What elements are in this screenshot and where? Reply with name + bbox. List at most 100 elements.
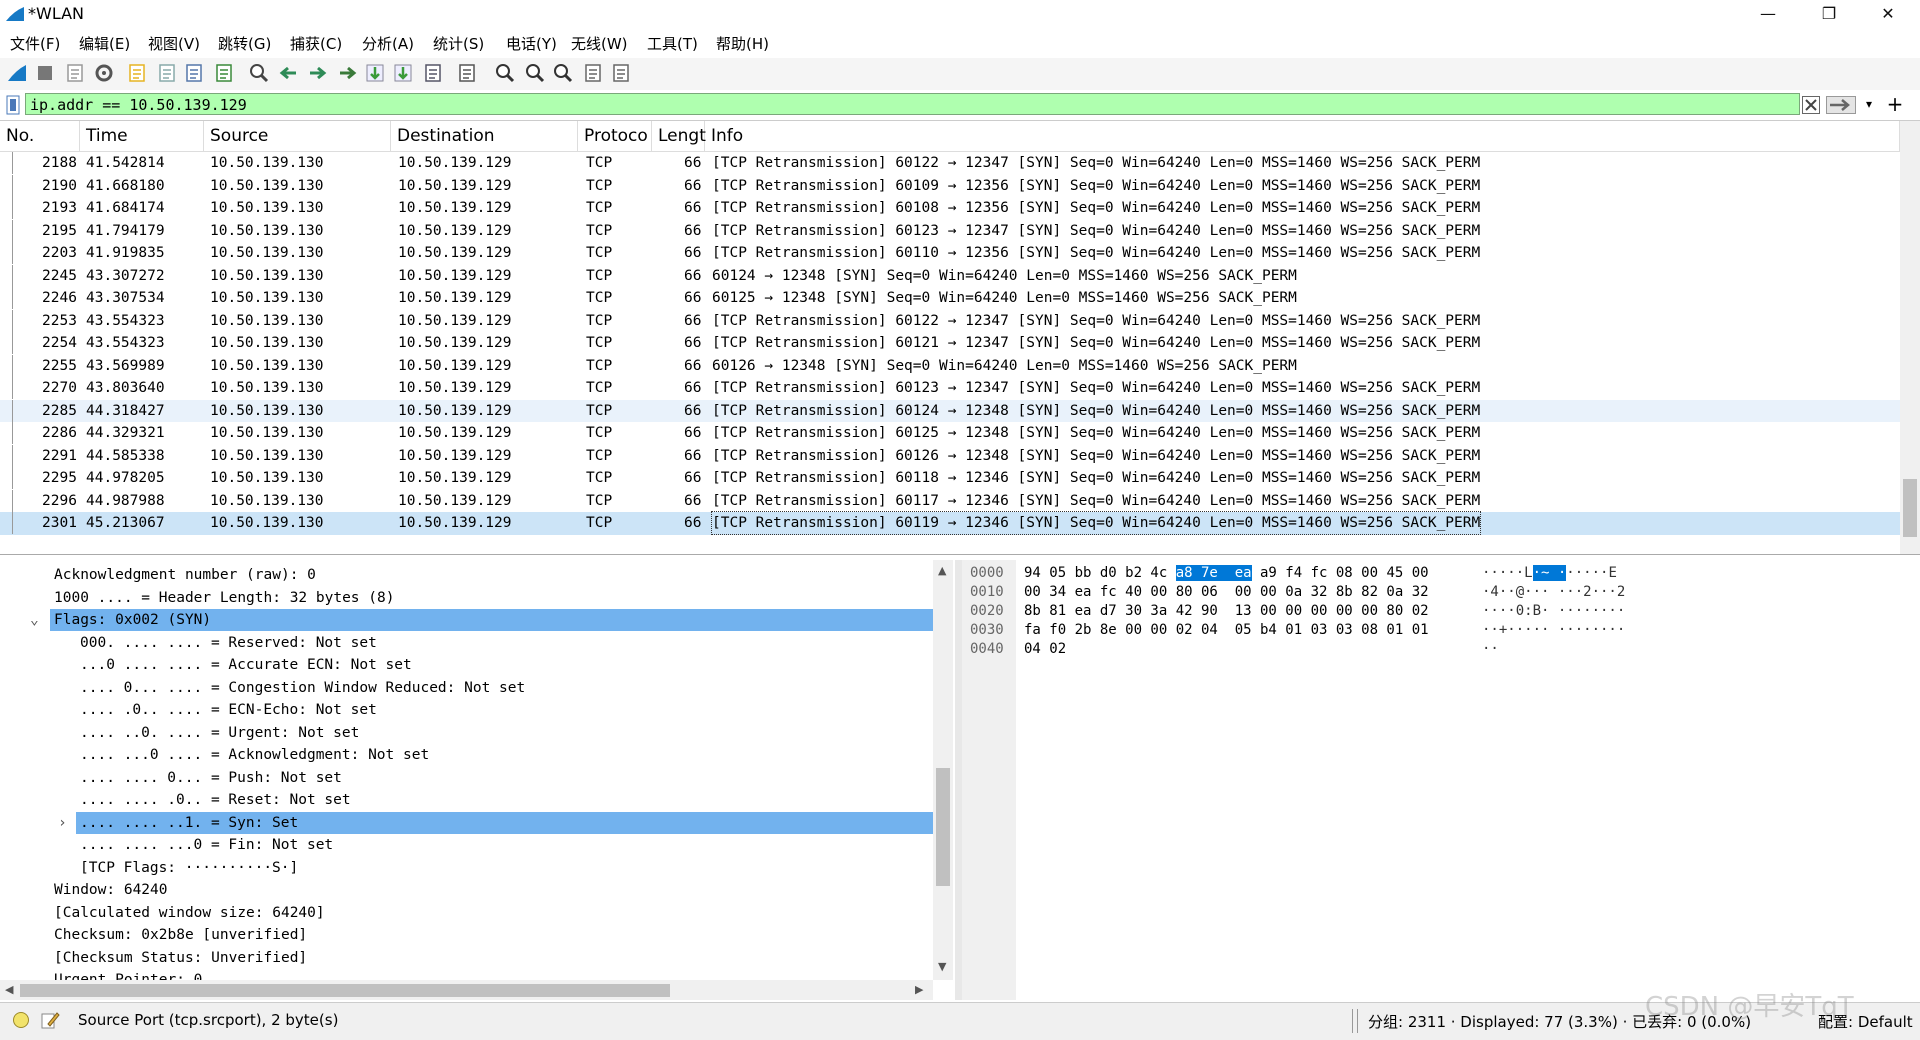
scroll-right-icon[interactable]: ▶ <box>915 983 923 996</box>
packet-row[interactable]: 2245 43.307272 10.50.139.130 10.50.139.129 T… <box>0 264 1900 288</box>
close-button[interactable]: ✕ <box>1865 0 1911 28</box>
menu-item-5[interactable]: 分析(A) <box>362 33 414 54</box>
shark-fin-start-icon[interactable] <box>6 62 28 84</box>
edit-comment-icon[interactable] <box>40 1010 60 1030</box>
scrollbar-thumb[interactable] <box>936 768 950 886</box>
stop-capture-icon[interactable] <box>34 62 56 84</box>
column-header-time[interactable]: Time <box>80 121 204 151</box>
packet-row[interactable]: 2193 41.684174 10.50.139.130 10.50.139.129 T… <box>0 197 1900 220</box>
packet-row[interactable]: 2255 43.569989 10.50.139.130 10.50.139.129 T… <box>0 354 1900 378</box>
packet-row[interactable]: 2295 44.978205 10.50.139.130 10.50.139.129 T… <box>0 467 1900 490</box>
chevron-down-icon[interactable]: ⌄ <box>30 609 39 632</box>
detail-tree-item[interactable]: .... ...0 .... = Acknowledgment: Not set <box>80 744 429 767</box>
ascii-row[interactable]: ····0:B· ········ <box>1482 603 1625 619</box>
scroll-up-icon[interactable]: ▲ <box>938 564 946 577</box>
detail-tree-item[interactable]: Checksum: 0x2b8e [unverified] <box>54 924 307 947</box>
packet-row[interactable]: 2195 41.794179 10.50.139.130 10.50.139.129 T… <box>0 219 1900 243</box>
detail-tree-item[interactable]: .... ..0. .... = Urgent: Not set <box>80 722 359 745</box>
column-header-no[interactable]: No. <box>0 121 80 151</box>
column-header-source[interactable]: Source <box>204 121 391 151</box>
detail-tree-item[interactable]: .... .... ...0 = Fin: Not set <box>80 834 333 857</box>
detail-tree-item[interactable]: [Checksum Status: Unverified] <box>54 947 307 970</box>
hex-row[interactable]: 8b 81 ea d7 30 3a 42 90 13 00 00 00 00 0… <box>1024 603 1429 619</box>
column-header-destination[interactable]: Destination <box>391 121 578 151</box>
menu-item-10[interactable]: 帮助(H) <box>716 33 769 54</box>
detail-tree-item[interactable]: Flags: 0x002 (SYN) <box>54 609 211 632</box>
go-back-icon[interactable] <box>278 62 300 84</box>
zoom-in-icon[interactable] <box>494 62 516 84</box>
detail-tree-item[interactable]: [Calculated window size: 64240] <box>54 902 325 925</box>
last-packet-icon[interactable] <box>392 62 414 84</box>
minimize-button[interactable]: — <box>1745 0 1791 28</box>
detail-tree-item[interactable]: Acknowledgment number (raw): 0 <box>54 564 316 587</box>
find-icon[interactable] <box>248 62 270 84</box>
ascii-row[interactable]: ··+····· ········ <box>1482 622 1625 638</box>
go-to-packet-icon[interactable] <box>336 62 358 84</box>
hex-row[interactable]: 00 34 ea fc 40 00 80 06 00 00 0a 32 8b 8… <box>1024 584 1429 600</box>
detail-tree-item[interactable]: .... .0.. .... = ECN-Echo: Not set <box>80 699 377 722</box>
detail-tree-item[interactable]: .... .... .0.. = Reset: Not set <box>80 789 351 812</box>
details-horizontal-scrollbar[interactable]: ◀ ▶ <box>0 980 933 1000</box>
packet-row[interactable]: 2203 41.919835 10.50.139.130 10.50.139.129 T… <box>0 242 1900 265</box>
menu-item-3[interactable]: 跳转(G) <box>218 33 271 54</box>
auto-scroll-icon[interactable] <box>422 62 444 84</box>
apply-filter-arrow-icon[interactable] <box>1826 96 1856 114</box>
hex-row[interactable]: 94 05 bb d0 b2 4c a8 7e ea a9 f4 fc 08 0… <box>1024 565 1429 581</box>
detail-tree-item[interactable]: .... 0... .... = Congestion Window Reduc… <box>80 677 525 700</box>
first-packet-icon[interactable] <box>364 62 386 84</box>
layout-icon[interactable] <box>610 62 632 84</box>
menu-item-4[interactable]: 捕获(C) <box>290 33 342 54</box>
pane-splitter[interactable] <box>955 560 962 1000</box>
ascii-row[interactable]: ·····L·~ ······E <box>1482 565 1617 581</box>
scroll-left-icon[interactable]: ◀ <box>5 983 13 996</box>
detail-tree-item[interactable]: Window: 64240 <box>54 879 168 902</box>
packet-row[interactable]: 2291 44.585338 10.50.139.130 10.50.139.129 T… <box>0 444 1900 468</box>
expert-info-led-icon[interactable] <box>13 1012 29 1028</box>
column-header-protocol[interactable]: Protoco <box>578 121 652 151</box>
display-filter-input[interactable]: ip.addr == 10.50.139.129 <box>25 93 1800 115</box>
capture-options-icon[interactable] <box>93 62 115 84</box>
menu-item-6[interactable]: 统计(S) <box>433 33 484 54</box>
packet-row[interactable]: 2190 41.668180 10.50.139.130 10.50.139.129 T… <box>0 174 1900 198</box>
menu-item-9[interactable]: 工具(T) <box>647 33 698 54</box>
packet-row[interactable]: 2253 43.554323 10.50.139.130 10.50.139.129 T… <box>0 309 1900 333</box>
go-forward-icon[interactable] <box>306 62 328 84</box>
scroll-down-icon[interactable]: ▼ <box>938 960 946 973</box>
resize-columns-icon[interactable] <box>582 62 604 84</box>
column-header-info[interactable]: Info <box>705 121 1900 151</box>
packet-row[interactable]: 2270 43.803640 10.50.139.130 10.50.139.129 T… <box>0 377 1900 400</box>
maximize-button[interactable]: ❐ <box>1806 0 1852 28</box>
packet-row[interactable]: 2285 44.318427 10.50.139.130 10.50.139.129 T… <box>0 399 1900 422</box>
column-header-length[interactable]: Lengt <box>652 121 706 151</box>
ascii-row[interactable]: ·4··@··· ···2···2 <box>1482 584 1625 600</box>
restart-capture-icon[interactable] <box>64 62 86 84</box>
zoom-reset-icon[interactable] <box>552 62 574 84</box>
detail-tree-item[interactable]: .... .... 0... = Push: Not set <box>80 767 342 790</box>
scrollbar-thumb[interactable] <box>20 984 670 997</box>
scrollbar-thumb[interactable] <box>1903 479 1917 537</box>
chevron-right-icon[interactable]: › <box>58 812 67 835</box>
save-file-icon[interactable] <box>156 62 178 84</box>
packet-row[interactable]: 2246 43.307534 10.50.139.130 10.50.139.129 T… <box>0 287 1900 310</box>
hex-row[interactable]: 04 02 <box>1024 641 1066 657</box>
packet-row[interactable]: 2301 45.213067 10.50.139.130 10.50.139.129 T… <box>0 511 1900 535</box>
add-filter-button[interactable]: + <box>1882 92 1908 116</box>
colorize-icon[interactable] <box>456 62 478 84</box>
zoom-out-icon[interactable] <box>524 62 546 84</box>
menu-item-8[interactable]: 无线(W) <box>571 33 628 54</box>
packet-row[interactable]: 2286 44.329321 10.50.139.130 10.50.139.129 T… <box>0 422 1900 445</box>
close-file-icon[interactable] <box>183 62 205 84</box>
ascii-row[interactable]: ·· <box>1482 641 1499 657</box>
detail-tree-item[interactable]: 1000 .... = Header Length: 32 bytes (8) <box>54 587 394 610</box>
packet-row[interactable]: 2296 44.987988 10.50.139.130 10.50.139.129 T… <box>0 489 1900 513</box>
reload-icon[interactable] <box>213 62 235 84</box>
packet-list-scrollbar[interactable] <box>1900 121 1920 554</box>
chevron-down-icon[interactable]: ▾ <box>1860 94 1878 114</box>
open-file-icon[interactable] <box>126 62 148 84</box>
bookmark-icon[interactable] <box>6 95 20 115</box>
detail-tree-item[interactable]: .... .... ..1. = Syn: Set <box>80 812 298 835</box>
menu-item-0[interactable]: 文件(F) <box>10 33 60 54</box>
menu-item-2[interactable]: 视图(V) <box>148 33 200 54</box>
detail-tree-item[interactable]: [TCP Flags: ··········S·] <box>80 857 298 880</box>
detail-tree-item[interactable]: ...0 .... .... = Accurate ECN: Not set <box>80 654 412 677</box>
